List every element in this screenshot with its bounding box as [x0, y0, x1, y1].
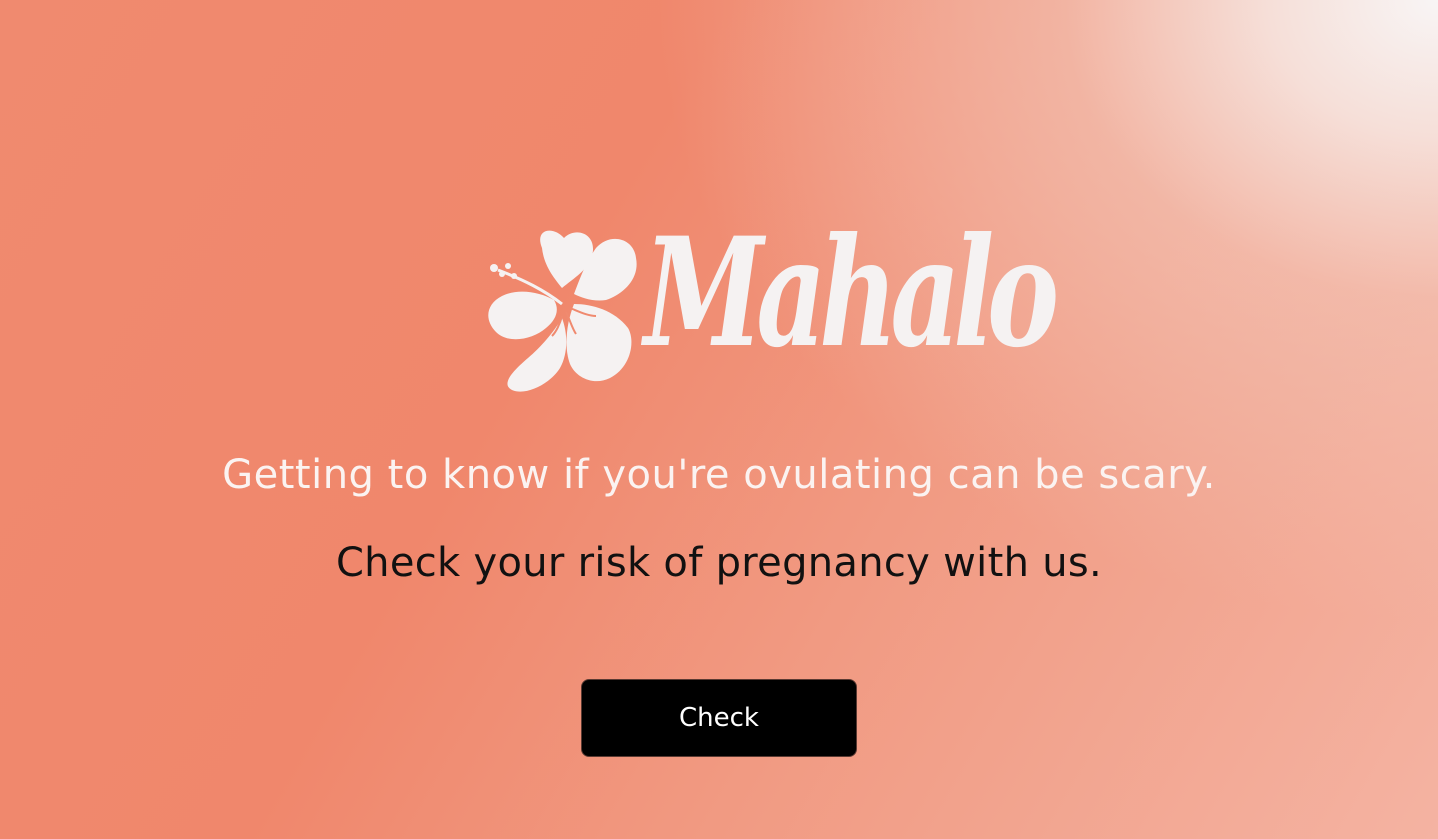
- landing-page: Mahalo Getting to know if you're ovulati…: [0, 0, 1438, 839]
- brand-logo: Mahalo: [484, 208, 1059, 394]
- hero-subline: Check your risk of pregnancy with us.: [335, 540, 1103, 586]
- check-button[interactable]: Check: [581, 679, 857, 757]
- brand-wordmark: Mahalo: [644, 205, 1059, 381]
- hibiscus-flower-icon: [488, 230, 637, 392]
- hero-tagline: Getting to know if you're ovulating can …: [222, 452, 1216, 498]
